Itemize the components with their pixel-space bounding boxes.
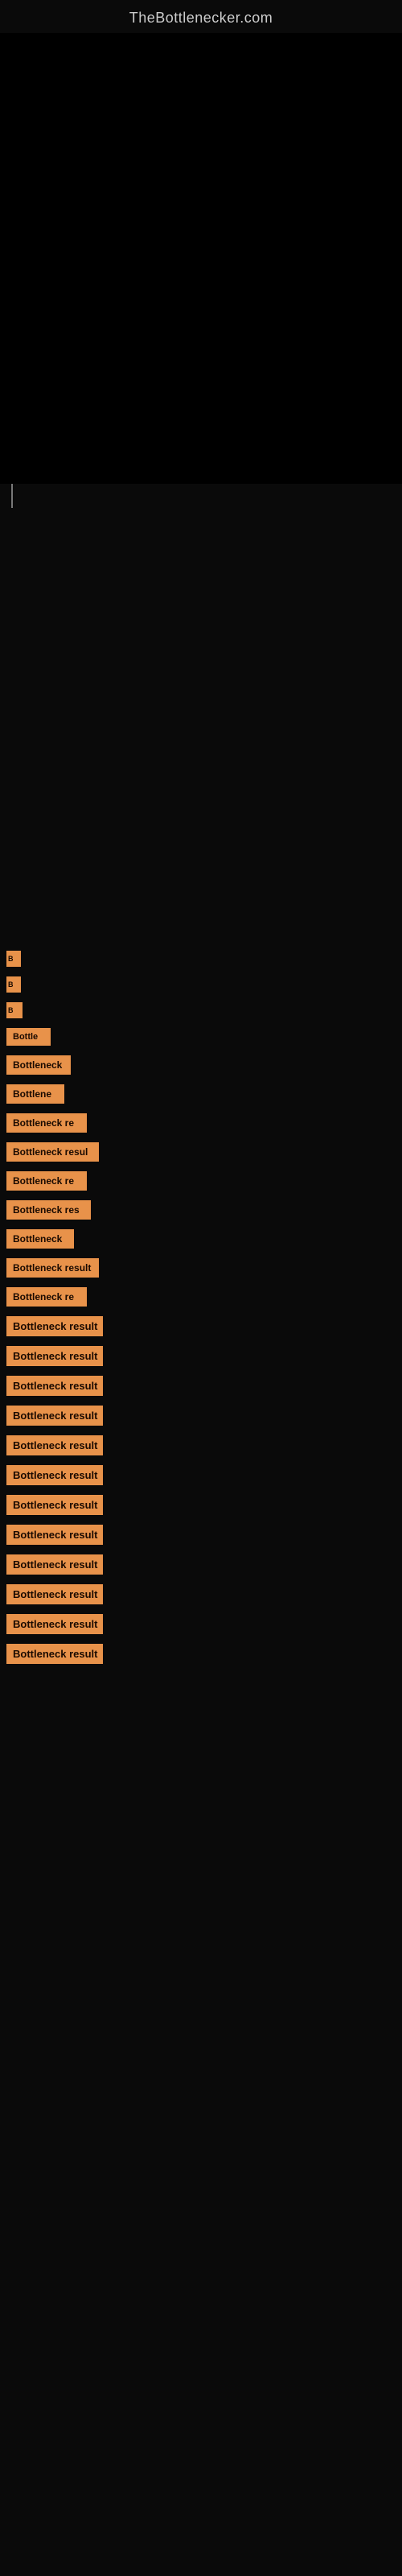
bottleneck-result-label: Bottleneck result (6, 1495, 103, 1515)
list-item: Bottleneck (0, 1055, 402, 1075)
list-item: Bottleneck result (0, 1376, 402, 1396)
list-item: Bottleneck resul (0, 1142, 402, 1162)
bottleneck-result-label: Bottleneck re (6, 1113, 87, 1133)
list-item: B (0, 951, 402, 967)
list-item: Bottleneck result (0, 1644, 402, 1664)
list-item: Bottleneck result (0, 1435, 402, 1455)
chart-area (0, 33, 402, 484)
bottleneck-result-label: Bottleneck result (6, 1465, 103, 1485)
bottleneck-result-label: Bottleneck result (6, 1346, 103, 1366)
list-item: Bottleneck result (0, 1346, 402, 1366)
bottleneck-result-label: Bottleneck result (6, 1258, 99, 1278)
list-item: Bottleneck result (0, 1584, 402, 1604)
main-container: BBBBottleBottleneckBottleneBottleneck re… (0, 33, 402, 1690)
list-item: Bottleneck (0, 1229, 402, 1249)
bottleneck-result-label: Bottleneck result (6, 1406, 103, 1426)
bottleneck-result-label: Bottleneck (6, 1229, 74, 1249)
bottleneck-result-label: Bottleneck result (6, 1614, 103, 1634)
list-item: B (0, 976, 402, 993)
list-item: Bottleneck result (0, 1258, 402, 1278)
bottleneck-result-label: Bottleneck re (6, 1287, 87, 1307)
bottleneck-result-label: Bottleneck result (6, 1554, 103, 1575)
list-item: Bottleneck result (0, 1495, 402, 1515)
vertical-line-indicator (11, 484, 13, 508)
bottleneck-result-label: Bottleneck re (6, 1171, 87, 1191)
bottleneck-result-label: Bottleneck result (6, 1525, 103, 1545)
bottleneck-result-label: Bottleneck result (6, 1316, 103, 1336)
list-item: Bottleneck re (0, 1287, 402, 1307)
list-item: Bottleneck result (0, 1316, 402, 1336)
bottleneck-result-label: Bottleneck (6, 1055, 71, 1075)
results-section: BBBBottleBottleneckBottleneBottleneck re… (0, 951, 402, 1690)
list-item: Bottleneck res (0, 1200, 402, 1220)
list-item: Bottleneck result (0, 1554, 402, 1575)
bottleneck-result-label: Bottleneck res (6, 1200, 91, 1220)
bottleneck-result-label: Bottle (6, 1028, 51, 1046)
list-item: Bottle (0, 1028, 402, 1046)
list-item: B (0, 1002, 402, 1018)
list-item: Bottleneck result (0, 1465, 402, 1485)
bottleneck-result-label: Bottlene (6, 1084, 64, 1104)
bottleneck-result-label: B (6, 951, 21, 967)
bottleneck-result-label: B (6, 1002, 23, 1018)
list-item: Bottleneck result (0, 1406, 402, 1426)
list-item: Bottlene (0, 1084, 402, 1104)
bottleneck-result-label: Bottleneck result (6, 1376, 103, 1396)
list-item: Bottleneck re (0, 1113, 402, 1133)
list-item: Bottleneck re (0, 1171, 402, 1191)
list-item: Bottleneck result (0, 1525, 402, 1545)
bottleneck-result-label: Bottleneck result (6, 1584, 103, 1604)
site-title: TheBottlenecker.com (0, 0, 402, 33)
bottleneck-result-label: B (6, 976, 21, 993)
bottleneck-result-label: Bottleneck resul (6, 1142, 99, 1162)
bottleneck-result-label: Bottleneck result (6, 1435, 103, 1455)
bottleneck-result-label: Bottleneck result (6, 1644, 103, 1664)
list-item: Bottleneck result (0, 1614, 402, 1634)
